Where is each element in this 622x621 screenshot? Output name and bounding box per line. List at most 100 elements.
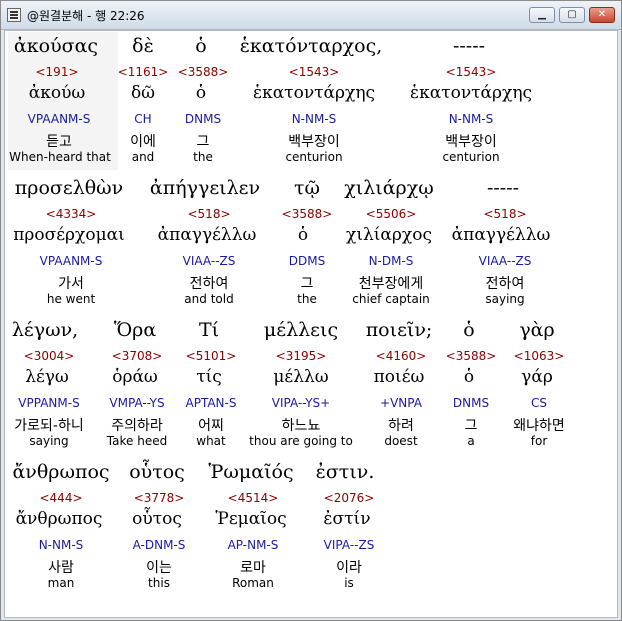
lemma: ἑκατοντάρχης: [252, 83, 376, 103]
maximize-button[interactable]: ▢: [559, 7, 585, 23]
parsing-code: VIAA--ZS: [182, 254, 236, 268]
korean-gloss: 백부장이: [288, 134, 340, 150]
parsing-code: DDMS: [288, 254, 326, 268]
document-icon: [7, 8, 21, 22]
lemma: ὁράω: [112, 367, 158, 387]
english-gloss: saying: [485, 292, 525, 306]
english-gloss: centurion: [442, 150, 500, 164]
lemma: μέλλω: [273, 367, 329, 387]
lemma: Ῥεμαῖος: [215, 509, 287, 529]
strong-number: <3778>: [133, 491, 185, 505]
parsing-code: N-DM-S: [368, 254, 414, 268]
lemma: ἐστίν: [323, 509, 371, 529]
english-gloss: man: [47, 576, 75, 590]
strong-number: <5101>: [185, 349, 237, 363]
parsing-code: VIPA--ZS: [323, 538, 375, 552]
close-button[interactable]: ✕: [589, 7, 615, 23]
greek-word: χιλιάρχῳ: [344, 177, 434, 199]
greek-word: προσελθὼν: [14, 177, 124, 199]
strong-number: <3588>: [281, 207, 333, 221]
lemma: ἀπαγγέλλω: [157, 225, 257, 245]
english-gloss: Roman: [232, 576, 274, 590]
strong-number: <1543>: [445, 65, 497, 79]
greek-word: τῷ: [293, 177, 321, 199]
greek-word: ποιεῖν;: [365, 319, 433, 341]
parsing-code: N-NM-S: [291, 112, 337, 126]
greek-word: λέγων,: [11, 319, 79, 341]
lemma: ὁ: [463, 367, 475, 387]
english-gloss: centurion: [285, 150, 343, 164]
maximize-icon: ▢: [567, 9, 577, 20]
korean-gloss: 로마: [240, 560, 266, 576]
parsing-code: A-DNM-S: [132, 538, 186, 552]
lemma: ἄνθρωπος: [15, 509, 103, 529]
greek-word: ἄνθρωπος: [12, 461, 110, 483]
lemma: ἀπαγγέλλω: [451, 225, 551, 245]
greek-word: -----: [452, 35, 486, 57]
english-gloss: for: [530, 434, 548, 448]
greek-word: ἀκούσας: [13, 35, 99, 57]
strong-number: <4334>: [45, 207, 97, 221]
greek-word: ὁ: [463, 319, 475, 341]
parsing-code: DNMS: [184, 112, 222, 126]
parsing-code: APTAN-S: [185, 396, 237, 410]
parsing-code: DNMS: [452, 396, 490, 410]
greek-word: Τί: [198, 319, 220, 341]
strong-number: <3588>: [177, 65, 229, 79]
korean-gloss: 천부장에게: [358, 276, 424, 292]
greek-word: γὰρ: [519, 319, 555, 341]
english-gloss: the: [297, 292, 317, 306]
korean-gloss: 듣고: [46, 134, 72, 150]
english-gloss: chief captain: [352, 292, 430, 306]
window-title: @원결분해 - 행 22:26: [27, 9, 145, 23]
korean-gloss: 왜냐하면: [513, 418, 565, 434]
close-icon: ✕: [597, 9, 607, 20]
greek-word: δὲ: [132, 35, 154, 57]
korean-gloss: 가로되-하니: [14, 418, 84, 434]
korean-gloss: 이에: [130, 134, 156, 150]
english-gloss: When-heard that: [9, 150, 111, 164]
strong-number: <4160>: [375, 349, 427, 363]
korean-gloss: 가서: [58, 276, 84, 292]
korean-gloss: 어찌: [198, 418, 224, 434]
korean-gloss: 주의하라: [111, 418, 163, 434]
strong-number: <3588>: [445, 349, 497, 363]
greek-word: Ῥωμαῖός: [208, 461, 294, 483]
english-gloss: thou are going to: [249, 434, 353, 448]
strong-number: <3195>: [275, 349, 327, 363]
interlinear-content[interactable]: ἀκούσας <191> ἀκούω VPAANM-S 듣고 When-hea…: [4, 30, 618, 618]
lemma: ἀκούω: [28, 83, 86, 103]
korean-gloss: 이라: [336, 560, 362, 576]
parsing-code: AP-NM-S: [227, 538, 279, 552]
lemma: ὁ: [195, 83, 207, 103]
strong-number: <444>: [39, 491, 83, 505]
greek-word: μέλλεις: [263, 319, 339, 341]
minimize-button[interactable]: ▁: [529, 7, 555, 23]
parsing-code: VPAANM-S: [27, 112, 91, 126]
korean-gloss: 사람: [48, 560, 74, 576]
english-gloss: what: [196, 434, 226, 448]
english-gloss: this: [148, 576, 170, 590]
korean-gloss: 그: [464, 418, 478, 434]
lemma: χιλίαρχος: [346, 225, 432, 245]
greek-word: ἀπήγγειλεν: [149, 177, 261, 199]
strong-number: <518>: [187, 207, 231, 221]
greek-word: ἐστιν.: [315, 461, 375, 483]
greek-word: οὗτος: [129, 461, 185, 483]
strong-number: <1161>: [117, 65, 169, 79]
parsing-code: VPPANM-S: [18, 396, 80, 410]
parsing-code: CS: [531, 396, 547, 410]
strong-number: <3004>: [23, 349, 75, 363]
strong-number: <5506>: [365, 207, 417, 221]
title-bar[interactable]: @원결분해 - 행 22:26 ▁ ▢ ✕: [1, 1, 621, 30]
parsing-code: VIPA--YS+: [271, 396, 331, 410]
strong-number: <4514>: [227, 491, 279, 505]
lemma: δῶ: [130, 83, 156, 103]
strong-number: <1063>: [513, 349, 565, 363]
korean-gloss: 그: [300, 276, 314, 292]
english-gloss: and told: [184, 292, 234, 306]
parsing-code: VIAA--ZS: [478, 254, 532, 268]
lemma: ποιέω: [373, 367, 425, 387]
parsing-code: N-NM-S: [448, 112, 494, 126]
greek-word: ὁ: [195, 35, 207, 57]
